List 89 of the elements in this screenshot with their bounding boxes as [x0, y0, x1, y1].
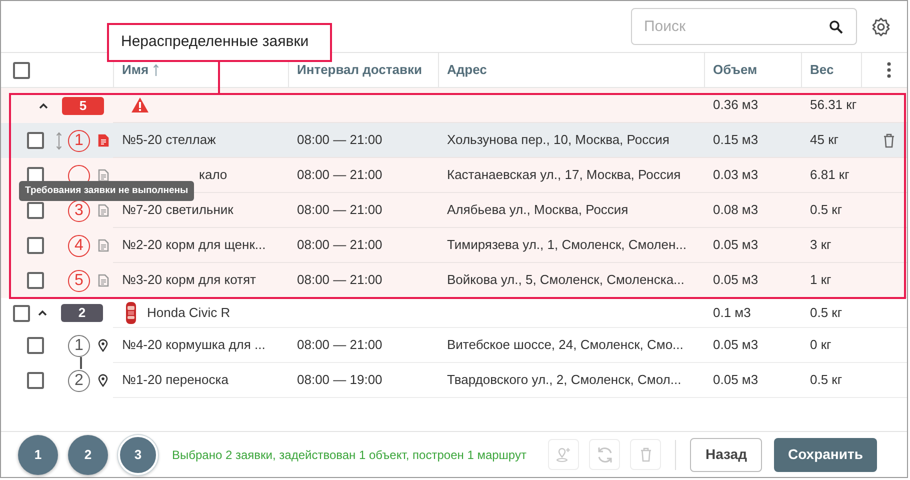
volume: 0.05 м3 [713, 271, 758, 290]
order-name[interactable]: №2-20 корм для щенк... [122, 235, 266, 255]
volume: 0.05 м3 [713, 371, 758, 390]
order-name[interactable]: №3-20 корм для котят [122, 270, 256, 290]
address: Войкова ул., 5, Смоленск, Смоленска... [447, 271, 684, 290]
count-badge: 2 [61, 304, 103, 322]
weight: 45 кг [810, 131, 839, 150]
address: Тимирязева ул., 1, Смоленск, Смолен... [447, 236, 686, 254]
weight-total: 56.31 кг [810, 96, 857, 114]
step-button[interactable]: 3 [118, 434, 158, 474]
column-header[interactable]: Объем [713, 60, 758, 80]
order-name[interactable]: №7-20 светильник [122, 200, 234, 220]
address: Кастанаевская ул., 17, Москва, Россия [447, 166, 681, 184]
delivery-interval: 08:00 — 21:00 [297, 131, 382, 150]
tooltip: Требования заявки не выполнены [19, 181, 194, 202]
select-all-checkbox[interactable] [13, 62, 30, 78]
column-header[interactable]: Имя [122, 60, 149, 80]
delivery-interval: 08:00 — 21:00 [297, 271, 382, 290]
delivery-interval: 08:00 — 21:00 [297, 201, 382, 220]
document-icon[interactable] [98, 169, 109, 182]
column-header[interactable]: Адрес [447, 60, 487, 80]
refresh-icon [596, 446, 614, 464]
location-pin-icon [98, 339, 108, 352]
settings-icon[interactable] [871, 16, 891, 36]
delivery-interval: 08:00 — 21:00 [297, 236, 382, 254]
count-badge: 5 [62, 96, 104, 114]
drag-handle-icon[interactable] [56, 132, 62, 150]
collapse-caret-icon[interactable] [38, 310, 47, 316]
document-icon[interactable] [98, 134, 109, 147]
search-field[interactable]: Поиск [631, 8, 857, 45]
order-number: 1 [68, 334, 90, 356]
row-checkbox[interactable] [27, 337, 44, 354]
address: Твардовского ул., 2, Смоленск, Смол... [447, 371, 682, 390]
weight: 0.5 кг [810, 371, 842, 390]
step-button[interactable]: 1 [18, 434, 58, 474]
weight-total: 0.5 кг [810, 304, 842, 322]
volume-total: 0.1 м3 [713, 304, 751, 322]
weight: 6.81 кг [810, 166, 850, 184]
address: Алябьева ул., Москва, Россия [447, 201, 628, 220]
more-menu-icon[interactable] [886, 62, 890, 78]
order-number: 4 [68, 234, 90, 256]
warning-icon [131, 97, 149, 113]
address: Витебское шоссе, 24, Смоленск, Смо... [447, 336, 684, 354]
leader-line [218, 61, 220, 94]
order-number: 2 [68, 370, 90, 392]
row-checkbox[interactable] [27, 237, 44, 254]
status-message: Выбрано 2 заявки, задействован 1 объект, построен 1 маршрут [172, 446, 526, 464]
collapse-caret-icon[interactable] [39, 102, 48, 108]
save-button[interactable]: Сохранить [774, 438, 877, 472]
weight: 0.5 кг [810, 201, 842, 220]
weight: 3 кг [810, 236, 832, 254]
order-name[interactable]: №1-20 переноска [122, 370, 228, 390]
row-checkbox[interactable] [27, 132, 44, 149]
delete-icon[interactable] [882, 132, 894, 148]
car-icon [125, 300, 137, 324]
vehicle-name: Honda Civic R [147, 304, 230, 322]
delivery-interval: 08:00 — 21:00 [297, 166, 382, 184]
row-checkbox[interactable] [27, 272, 44, 289]
step-button[interactable]: 2 [68, 434, 108, 474]
search-icon [829, 20, 843, 34]
add-location-icon [556, 446, 572, 462]
volume: 0.08 м3 [713, 201, 758, 220]
column-header[interactable]: Интервал доставки [297, 60, 422, 80]
weight: 1 кг [810, 271, 832, 290]
row-checkbox[interactable] [27, 202, 44, 219]
document-icon[interactable] [98, 204, 109, 217]
order-number: 1 [68, 130, 90, 152]
column-header[interactable]: Вес [810, 60, 834, 80]
volume: 0.03 м3 [713, 166, 758, 184]
document-icon[interactable] [98, 239, 109, 252]
delivery-interval: 08:00 — 19:00 [297, 371, 382, 390]
row-checkbox[interactable] [27, 372, 44, 389]
address: Хользунова пер., 10, Москва, Россия [447, 131, 670, 150]
volume: 0.05 м3 [713, 236, 758, 254]
callout-label: Нераспределенные заявки [107, 23, 332, 62]
volume: 0.05 м3 [713, 336, 758, 354]
document-icon[interactable] [98, 274, 109, 287]
volume-total: 0.36 м3 [713, 96, 758, 114]
delivery-interval: 08:00 — 21:00 [297, 336, 382, 354]
order-name[interactable]: №5-20 стеллаж [122, 130, 216, 150]
order-name[interactable]: кало [199, 165, 228, 185]
checkbox[interactable] [13, 304, 30, 322]
location-pin-icon [98, 374, 108, 387]
back-button[interactable]: Назад [690, 438, 762, 472]
delete-icon [640, 447, 652, 462]
weight: 0 кг [810, 336, 832, 354]
order-name[interactable]: №4-20 кормушка для ... [122, 335, 266, 355]
order-number: 5 [68, 270, 90, 292]
volume: 0.15 м3 [713, 131, 758, 150]
